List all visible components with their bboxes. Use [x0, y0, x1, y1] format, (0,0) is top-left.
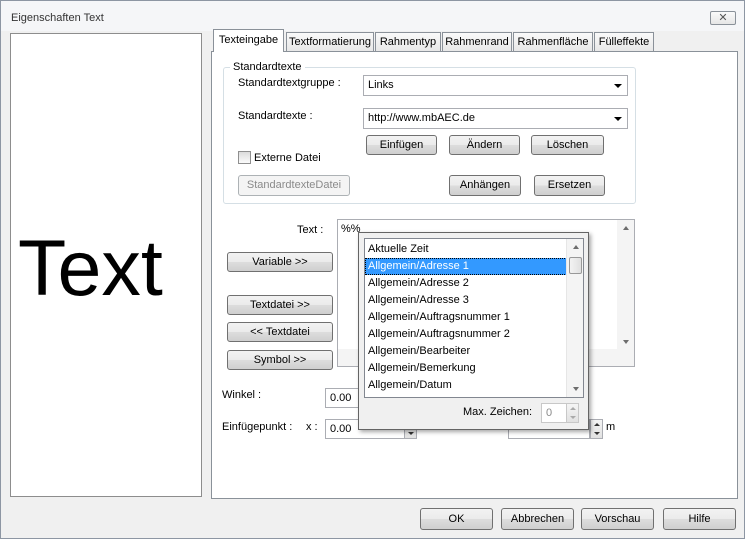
- ersetzen-button[interactable]: Ersetzen: [534, 175, 605, 196]
- standardtexte-datei-button[interactable]: StandardtexteDatei: [238, 175, 350, 196]
- winkel-value: 0.00: [330, 392, 352, 404]
- chevron-down-icon: [614, 84, 622, 88]
- hilfe-button[interactable]: Hilfe: [663, 508, 736, 530]
- standardtextgruppe-dropdown[interactable]: Links: [363, 75, 628, 96]
- variable-button[interactable]: Variable >>: [227, 252, 333, 272]
- externe-datei-label: Externe Datei: [254, 152, 321, 164]
- tab-rahmenflaeche[interactable]: Rahmenfläche: [513, 32, 593, 51]
- standardtextgruppe-label: Standardtextgruppe :: [238, 77, 341, 89]
- variable-list-item[interactable]: Allgemein/Auftragsnummer 1: [365, 309, 567, 326]
- abbrechen-button[interactable]: Abbrechen: [501, 508, 574, 530]
- tab-rahmentyp[interactable]: Rahmentyp: [375, 32, 441, 51]
- variable-list-item[interactable]: Allgemein/Datum: [365, 377, 567, 394]
- variable-list-item[interactable]: Allgemein/Auftragsnummer 2: [365, 326, 567, 343]
- max-zeichen-value: 0: [546, 407, 553, 419]
- einfuegepunkt-x-value: 0.00: [330, 423, 352, 435]
- spin-down-icon[interactable]: [570, 416, 576, 419]
- einfuegepunkt-x-label: x :: [306, 421, 318, 433]
- back-textdatei-button[interactable]: << Textdatei: [227, 322, 333, 342]
- max-zeichen-spinner[interactable]: [566, 403, 579, 423]
- loeschen-button[interactable]: Löschen: [531, 135, 604, 155]
- scroll-down-icon[interactable]: [623, 340, 629, 344]
- scroll-up-icon[interactable]: [573, 245, 579, 249]
- externe-datei-checkbox[interactable]: [238, 151, 251, 164]
- winkel-label: Winkel :: [222, 389, 262, 401]
- standardtexte-value: http://www.mbAEC.de: [368, 112, 475, 124]
- ok-button[interactable]: OK: [420, 508, 493, 530]
- max-zeichen-input[interactable]: 0: [541, 403, 567, 423]
- text-label: Text :: [297, 224, 324, 236]
- chevron-down-icon: [614, 117, 622, 121]
- tab-textformatierung[interactable]: Textformatierung: [286, 32, 374, 51]
- vorschau-button[interactable]: Vorschau: [581, 508, 654, 530]
- text-preview: Text: [10, 33, 202, 497]
- tab-texteingabe[interactable]: Texteingabe: [213, 29, 284, 52]
- window-title: Eigenschaften Text: [11, 12, 104, 24]
- standardtextgruppe-value: Links: [368, 79, 394, 91]
- textdatei-button[interactable]: Textdatei >>: [227, 295, 333, 315]
- standardtexte-label: Standardtexte :: [238, 110, 313, 122]
- aendern-button[interactable]: Ändern: [449, 135, 520, 155]
- variable-list-item[interactable]: Allgemein/Adresse 1: [365, 258, 567, 275]
- einfuegepunkt-label: Einfügepunkt :: [222, 421, 293, 433]
- spin-down-icon[interactable]: [408, 432, 414, 435]
- variable-list-item[interactable]: Allgemein/Bemerkung: [365, 360, 567, 377]
- scrollbar-thumb[interactable]: [569, 257, 582, 274]
- symbol-button[interactable]: Symbol >>: [227, 350, 333, 370]
- title-bar: Eigenschaften Text ✕: [1, 1, 744, 31]
- standardtexte-dropdown[interactable]: http://www.mbAEC.de: [363, 108, 628, 129]
- variable-popup: Aktuelle Zeit Allgemein/Adresse 1 Allgemei…: [358, 232, 589, 430]
- einfuegepunkt-y-spinner[interactable]: [590, 419, 603, 439]
- einfuegepunkt-unit: m: [606, 421, 616, 433]
- variable-list-item[interactable]: Allgemein/Bearbeiter: [365, 343, 567, 360]
- dialog-window: Eigenschaften Text ✕ Text Textformatieru…: [0, 0, 745, 539]
- spin-up-icon[interactable]: [570, 407, 576, 410]
- variable-list[interactable]: Aktuelle Zeit Allgemein/Adresse 1 Allgemei…: [364, 238, 584, 398]
- variable-list-item[interactable]: Aktuelle Zeit: [365, 241, 567, 258]
- variable-list-item[interactable]: Allgemein/Adresse 2: [365, 275, 567, 292]
- variable-list-item[interactable]: Allgemein/Adresse 3: [365, 292, 567, 309]
- max-zeichen-label: Max. Zeichen:: [463, 406, 533, 418]
- close-button[interactable]: ✕: [710, 11, 736, 25]
- spin-up-icon[interactable]: [594, 423, 600, 426]
- einfuegen-button[interactable]: Einfügen: [366, 135, 437, 155]
- text-vertical-scrollbar[interactable]: [617, 220, 634, 366]
- scroll-down-icon[interactable]: [573, 387, 579, 391]
- anhaengen-button[interactable]: Anhängen: [449, 175, 521, 196]
- preview-text: Text: [18, 223, 163, 312]
- variable-list-scrollbar[interactable]: [566, 239, 583, 397]
- tab-fuelleffekte[interactable]: Fülleffekte: [594, 32, 654, 51]
- standardtexte-group-title: Standardtexte: [230, 61, 305, 73]
- tab-rahmenrand[interactable]: Rahmenrand: [442, 32, 512, 51]
- close-icon: ✕: [718, 12, 728, 24]
- spin-down-icon[interactable]: [594, 432, 600, 435]
- scroll-up-icon[interactable]: [623, 226, 629, 230]
